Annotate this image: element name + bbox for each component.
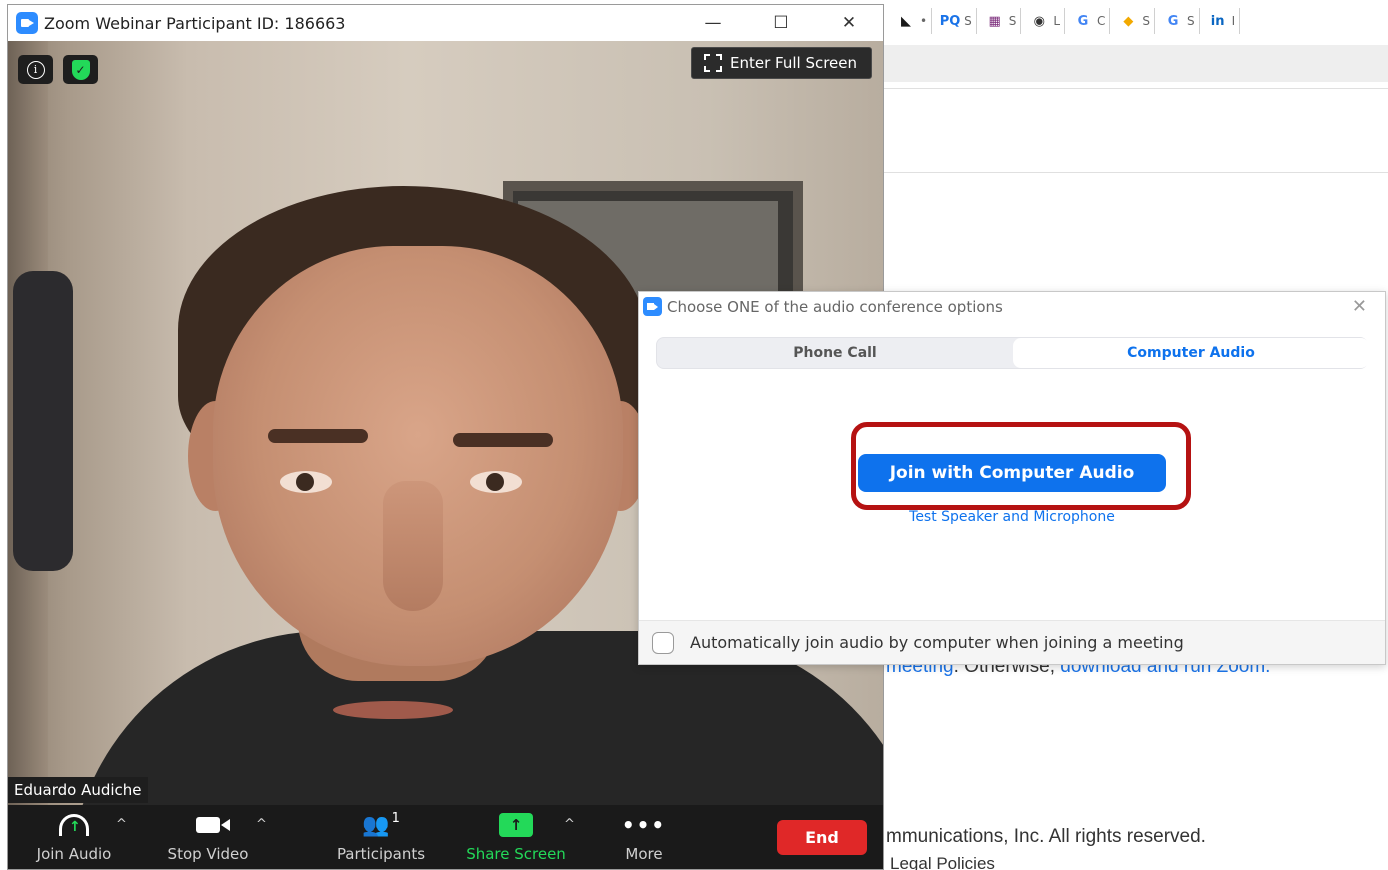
dialog-title-bar: Choose ONE of the audio conference optio… [643, 297, 1003, 316]
bookmark-favicon-icon: in [1210, 13, 1225, 29]
bookmark-label: • [920, 14, 928, 28]
video-camera-icon [196, 817, 230, 833]
stop-video-label: Stop Video [167, 845, 249, 863]
test-speaker-microphone-link[interactable]: Test Speaker and Microphone [639, 509, 1385, 525]
bookmark-favicon-icon: ▦ [988, 13, 1001, 29]
more-label: More [625, 845, 663, 863]
meeting-toolbar: ↑ Join Audio ^ Stop Video ^ 👥 1 Participa… [8, 805, 883, 869]
share-screen-icon: ↑ [499, 813, 533, 837]
share-screen-button[interactable]: ↑ Share Screen [464, 809, 568, 867]
headphone-icon: ↑ [59, 814, 89, 836]
fullscreen-icon [704, 54, 722, 72]
video-person-eye [470, 471, 522, 493]
bookmark-label: S [1142, 14, 1151, 28]
page-divider [884, 88, 1388, 89]
bookmark-label: I [1231, 14, 1236, 28]
tab-phone-call[interactable]: Phone Call [657, 338, 1013, 368]
video-person-brow [453, 433, 553, 447]
bookmark-label: C [1097, 14, 1106, 28]
legal-policies-link[interactable]: Legal Policies [890, 854, 995, 870]
bookmark-favicon-icon: ◉ [1033, 13, 1045, 29]
bookmark-item[interactable]: GC [1069, 8, 1111, 34]
video-person-mouth [333, 701, 453, 719]
bookmark-item[interactable]: ◉ L [1025, 8, 1066, 34]
dialog-close-icon[interactable]: ✕ [1352, 296, 1367, 317]
info-icon: i [26, 60, 45, 79]
bookmarks-bar: ◣ • PQ S ▦ S ◉ L G C ◆ S G Sin I [884, 0, 1388, 42]
audio-options-dialog: Choose ONE of the audio conference optio… [638, 291, 1386, 665]
more-dots-icon: ••• [621, 813, 667, 837]
share-options-caret-icon[interactable]: ^ [564, 817, 575, 832]
copyright-text: mmunications, Inc. All rights reserved. [886, 826, 1206, 847]
bookmark-label: S [1008, 14, 1017, 28]
video-person-brow [268, 429, 368, 443]
zoom-app-icon [643, 297, 662, 316]
auto-join-checkbox[interactable] [652, 631, 674, 654]
screen: ◣ • PQ S ▦ S ◉ L G C ◆ S G Sin I meeting. Otherwise, d… [0, 0, 1388, 870]
bookmark-item[interactable]: ▦ S [981, 8, 1022, 34]
bookmark-favicon-icon: G [1167, 13, 1179, 29]
join-audio-label: Join Audio [36, 845, 112, 863]
bookmark-favicon-icon: ◆ [1123, 13, 1134, 29]
enter-full-screen-label: Enter Full Screen [730, 54, 858, 72]
bookmark-item[interactable]: GS [1159, 8, 1200, 34]
maximize-button[interactable]: ☐ [747, 5, 815, 41]
dialog-footer: Automatically join audio by computer whe… [639, 620, 1385, 664]
shield-check-icon: ✓ [71, 59, 90, 80]
participants-label: Participants [336, 845, 426, 863]
bookmark-favicon-icon: G [1077, 13, 1089, 29]
encryption-button[interactable]: ✓ [63, 55, 98, 84]
video-background-object [13, 271, 73, 571]
window-title: Zoom Webinar Participant ID: 186663 [44, 13, 346, 33]
meeting-info-button[interactable]: i [18, 55, 53, 84]
meeting-info-icons: i ✓ [18, 55, 98, 84]
bookmark-item[interactable]: ◆ S [1114, 8, 1156, 34]
address-bar[interactable] [884, 45, 1388, 82]
title-bar: Zoom Webinar Participant ID: 186663 — ☐ … [8, 5, 883, 41]
close-button[interactable]: ✕ [815, 5, 883, 41]
participants-button[interactable]: 👥 1 Participants [332, 809, 430, 867]
bookmark-label: S [1187, 14, 1195, 28]
window-controls: — ☐ ✕ [679, 5, 883, 41]
bookmark-item[interactable]: in I [1204, 8, 1241, 34]
stop-video-button[interactable]: Stop Video [158, 809, 258, 867]
auto-join-label: Automatically join audio by computer whe… [690, 633, 1184, 652]
video-person-nose [383, 481, 443, 611]
bookmark-item[interactable]: PQ S [936, 8, 977, 34]
participants-icon: 👥 1 [362, 810, 400, 838]
tab-computer-audio[interactable]: Computer Audio [1013, 338, 1369, 368]
minimize-button[interactable]: — [679, 5, 747, 41]
dialog-title: Choose ONE of the audio conference optio… [667, 297, 1003, 316]
share-screen-label: Share Screen [466, 845, 566, 863]
video-options-caret-icon[interactable]: ^ [256, 817, 267, 832]
page-divider [884, 172, 1388, 173]
participants-count: 1 [391, 810, 400, 826]
bookmark-label: L [1053, 14, 1061, 28]
participant-name-label: Eduardo Audiche [8, 777, 148, 803]
bookmark-favicon-icon: PQ [939, 13, 961, 29]
join-with-computer-audio-button[interactable]: Join with Computer Audio [858, 454, 1166, 492]
zoom-app-icon [16, 12, 38, 34]
bookmark-favicon-icon: ◣ [901, 13, 911, 29]
enter-full-screen-button[interactable]: Enter Full Screen [691, 47, 872, 79]
bookmark-item[interactable]: ◣ • [892, 8, 933, 34]
audio-mode-tabs: Phone Call Computer Audio [656, 337, 1369, 369]
end-button[interactable]: End [777, 820, 867, 855]
join-audio-button[interactable]: ↑ Join Audio [26, 809, 122, 867]
bookmark-label: S [964, 14, 972, 28]
video-person-eye [280, 471, 332, 493]
more-button[interactable]: ••• More [614, 809, 674, 867]
audio-options-caret-icon[interactable]: ^ [116, 817, 127, 832]
